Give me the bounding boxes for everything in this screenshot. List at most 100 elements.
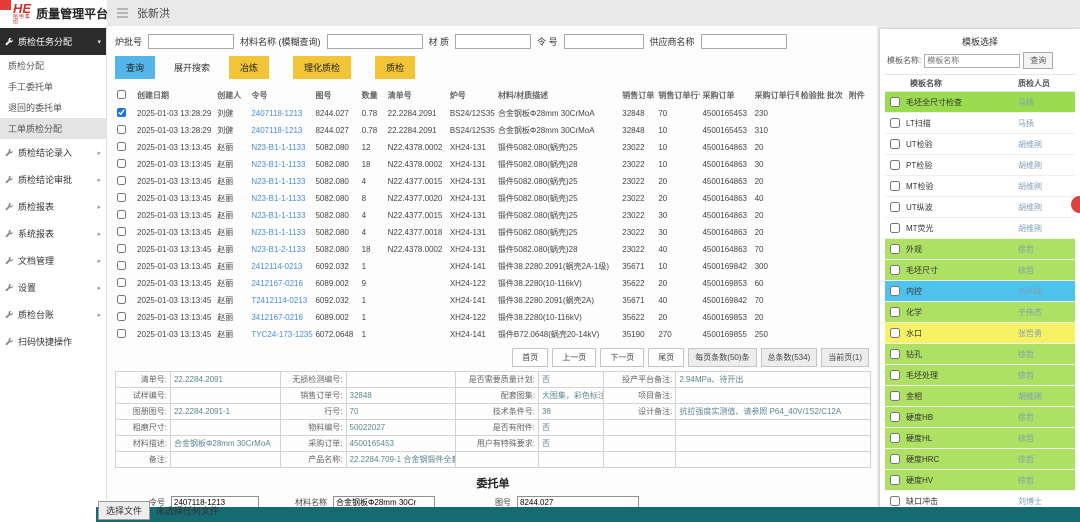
page-button-2[interactable]: 下一页 (600, 348, 644, 367)
page-button-1[interactable]: 上一页 (552, 348, 596, 367)
filter-input-1[interactable] (327, 34, 423, 49)
order-link[interactable]: N23-B1-1-1133 (251, 160, 305, 169)
sidebar-subitem-3[interactable]: 退回的委托单 (0, 97, 106, 118)
template-row[interactable]: PT检验胡维刚 (885, 155, 1075, 176)
toolbar-button-2[interactable]: 冶炼 (229, 56, 269, 79)
template-checkbox[interactable] (890, 454, 900, 464)
template-row[interactable]: 水口张哲勇 (885, 323, 1075, 344)
template-checkbox[interactable] (890, 202, 900, 212)
template-row[interactable]: 硬度HRC徐哲 (885, 449, 1075, 470)
template-checkbox[interactable] (890, 286, 900, 296)
template-row[interactable]: 钻孔徐哲 (885, 344, 1075, 365)
row-checkbox[interactable] (117, 159, 126, 168)
row-checkbox[interactable] (117, 227, 126, 236)
template-checkbox[interactable] (890, 139, 900, 149)
sidebar-item-9[interactable]: 文档管理▸ (0, 247, 106, 274)
filter-input-2[interactable] (455, 34, 531, 49)
page-button-3[interactable]: 尾页 (648, 348, 684, 367)
order-link[interactable]: N23-B1-1-1133 (251, 194, 305, 203)
row-checkbox[interactable] (117, 193, 126, 202)
filter-input-3[interactable] (564, 34, 644, 49)
toolbar-button-4[interactable]: 质检 (375, 56, 415, 79)
order-link[interactable]: N23-B1-2-1133 (251, 245, 305, 254)
template-checkbox[interactable] (890, 181, 900, 191)
sidebar-item-0[interactable]: 质检任务分配▾ (0, 28, 106, 55)
order-link[interactable]: N23-B1-1-1133 (251, 143, 305, 152)
row-checkbox[interactable] (117, 261, 126, 270)
sidebar-item-11[interactable]: 质检台账▸ (0, 301, 106, 328)
template-row[interactable]: 毛坯处理徐哲 (885, 365, 1075, 386)
order-link[interactable]: 2407118-1213 (251, 126, 302, 135)
order-link[interactable]: N23-B1-1-1133 (251, 228, 305, 237)
sidebar-item-5[interactable]: 质检结论录入▸ (0, 139, 106, 166)
order-link[interactable]: 2407118-1213 (251, 109, 302, 118)
sidebar-subitem-2[interactable]: 手工委托单 (0, 76, 106, 97)
template-checkbox[interactable] (890, 307, 900, 317)
template-row[interactable]: 内控刘伟峰 (885, 281, 1075, 302)
template-row[interactable]: UT检验胡维刚 (885, 134, 1075, 155)
row-checkbox[interactable] (117, 176, 126, 185)
template-checkbox[interactable] (890, 223, 900, 233)
row-checkbox[interactable] (117, 125, 126, 134)
row-checkbox[interactable] (117, 329, 126, 338)
sidebar-subitem-4[interactable]: 工单质检分配 (0, 118, 106, 139)
template-row[interactable]: 硬度HV徐哲 (885, 470, 1075, 491)
template-checkbox[interactable] (890, 265, 900, 275)
template-row[interactable]: 外观徐哲 (885, 239, 1075, 260)
order-link[interactable]: 2412167-0216 (251, 279, 303, 288)
row-checkbox[interactable] (117, 108, 126, 117)
toolbar-button-0[interactable]: 查询 (115, 56, 155, 79)
row-checkbox[interactable] (117, 142, 126, 151)
template-row[interactable]: 硬度HL徐哲 (885, 428, 1075, 449)
template-search-input[interactable] (924, 54, 1020, 68)
sidebar-item-10[interactable]: 设置▸ (0, 274, 106, 301)
toolbar-button-1[interactable]: 展开搜索 (163, 56, 221, 79)
template-search-button[interactable]: 查询 (1023, 52, 1053, 69)
sidebar-item-8[interactable]: 系统报表▸ (0, 220, 106, 247)
order-link[interactable]: 3412167-0216 (251, 313, 303, 322)
order-link[interactable]: N23-B1-1-1133 (251, 211, 305, 220)
row-checkbox[interactable] (117, 210, 126, 219)
template-checkbox[interactable] (890, 349, 900, 359)
cell-2: N22.4377.0020 (386, 190, 448, 207)
template-row[interactable]: MT检验胡维刚 (885, 176, 1075, 197)
template-checkbox[interactable] (890, 391, 900, 401)
template-row[interactable]: 毛坯全尺寸检查马扬 (885, 92, 1075, 113)
sidebar-item-6[interactable]: 质检结论审批▸ (0, 166, 106, 193)
template-row[interactable]: 毛坯尺寸徐哲 (885, 260, 1075, 281)
template-row[interactable]: 化学于伟杰 (885, 302, 1075, 323)
template-row[interactable]: MT荧光胡维刚 (885, 218, 1075, 239)
template-checkbox[interactable] (890, 97, 900, 107)
template-checkbox[interactable] (890, 370, 900, 380)
sidebar-subitem-1[interactable]: 质检分配 (0, 55, 106, 76)
template-row[interactable]: 金相胡维刚 (885, 386, 1075, 407)
sidebar-item-7[interactable]: 质检报表▸ (0, 193, 106, 220)
template-checkbox[interactable] (890, 496, 900, 506)
template-row[interactable]: 硬度HB徐哲 (885, 407, 1075, 428)
sidebar-item-12[interactable]: 扫码快捷操作 (0, 328, 106, 355)
order-link[interactable]: TYC24-173-1235 (251, 330, 312, 339)
order-link[interactable]: T2412114-0213 (251, 296, 307, 305)
toolbar-button-3[interactable]: 理化质检 (293, 56, 351, 79)
order-link[interactable]: 2412114-0213 (251, 262, 302, 271)
row-checkbox[interactable] (117, 295, 126, 304)
template-checkbox[interactable] (890, 412, 900, 422)
filter-input-0[interactable] (148, 34, 234, 49)
choose-file-button[interactable]: 选择文件 (98, 501, 150, 520)
template-row[interactable]: UT纵波胡维刚 (885, 197, 1075, 218)
template-checkbox[interactable] (890, 244, 900, 254)
row-checkbox[interactable] (117, 244, 126, 253)
page-button-0[interactable]: 首页 (512, 348, 548, 367)
template-checkbox[interactable] (890, 475, 900, 485)
template-checkbox[interactable] (890, 433, 900, 443)
select-all-checkbox[interactable] (117, 90, 126, 99)
filter-input-4[interactable] (701, 34, 787, 49)
order-link[interactable]: N23-B1-1-1133 (251, 177, 305, 186)
row-checkbox[interactable] (117, 278, 126, 287)
row-checkbox[interactable] (117, 312, 126, 321)
template-checkbox[interactable] (890, 118, 900, 128)
template-checkbox[interactable] (890, 160, 900, 170)
template-row[interactable]: LT扫描马扬 (885, 113, 1075, 134)
menu-icon[interactable] (117, 8, 128, 18)
template-checkbox[interactable] (890, 328, 900, 338)
